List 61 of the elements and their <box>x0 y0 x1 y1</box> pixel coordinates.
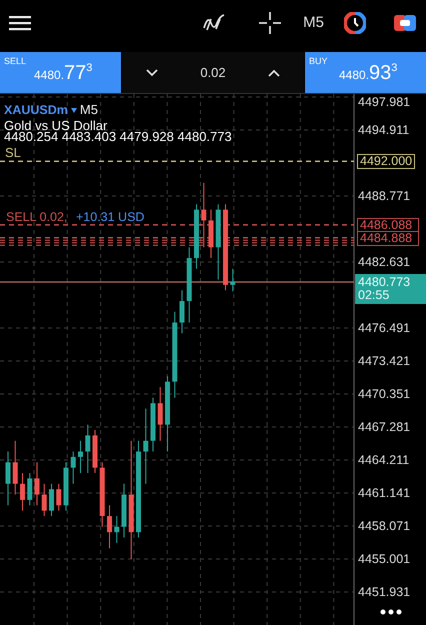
price-axis-label: 4494.911 <box>358 123 410 137</box>
candle <box>78 440 83 474</box>
candle <box>122 483 126 538</box>
price-axis-label: 4467.281 <box>358 420 410 434</box>
candle <box>34 462 40 506</box>
current-price-tag: 4480.773 02:55 <box>355 274 426 304</box>
price-axis-label: 4464.211 <box>358 453 410 468</box>
candle <box>70 451 76 484</box>
candle <box>64 462 68 512</box>
candle <box>49 483 54 517</box>
price-axis-label: 4476.491 <box>358 321 410 336</box>
chevron-up-icon[interactable] <box>268 68 280 76</box>
dropdown-icon[interactable] <box>70 108 77 112</box>
candle <box>194 204 199 270</box>
position-profit: +10.31 USD <box>76 210 144 224</box>
price-axis-label: 4473.421 <box>358 354 410 368</box>
ohlc-values: 4480.254 4483.403 4479.928 4480.773 <box>4 130 232 144</box>
price-axis-label: 4458.071 <box>358 519 410 534</box>
candle <box>92 430 98 474</box>
candle <box>114 516 120 544</box>
price-axis-label: 4482.631 <box>358 255 410 269</box>
candle <box>42 483 47 517</box>
order-price-tag: 4486.088 <box>357 218 419 233</box>
menu-icon[interactable] <box>9 14 31 30</box>
price-axis-label: 4461.141 <box>358 486 410 500</box>
trade-icon[interactable] <box>394 14 416 32</box>
price-axis-label: 4451.931 <box>358 585 410 600</box>
candle <box>27 472 32 506</box>
candle <box>20 472 25 512</box>
candle <box>158 386 163 442</box>
position-label: SELL 0.02, <box>6 210 68 224</box>
period-label: M5 <box>80 103 98 117</box>
crosshair-icon[interactable] <box>259 12 282 34</box>
order-price-tag: 4484.888 <box>357 230 419 246</box>
buy-button[interactable]: BUY 4480.93$^{3}$ <box>305 52 426 93</box>
symbol-label[interactable]: XAUUSDm <box>4 103 68 117</box>
chevron-down-icon[interactable] <box>146 68 158 76</box>
volume-field[interactable]: 0.02 <box>200 65 226 80</box>
price-axis-label: 4497.981 <box>358 95 410 109</box>
candle <box>150 397 156 452</box>
indicator-icon[interactable] <box>203 12 226 32</box>
candle <box>180 290 184 334</box>
symbol-description: Gold vs US Dollar <box>4 119 108 133</box>
sell-button[interactable]: SELL 4480.77$^{3}$ <box>0 52 121 93</box>
candle <box>56 483 62 512</box>
candle <box>6 451 10 506</box>
candle <box>230 268 236 292</box>
clock-icon[interactable] <box>344 12 366 34</box>
timeframe-button[interactable]: M5 <box>303 14 324 31</box>
sl-label: SL <box>5 146 21 160</box>
candle <box>201 182 206 248</box>
candle <box>85 424 90 474</box>
candle <box>208 209 214 259</box>
candle <box>100 462 105 528</box>
candle <box>107 504 112 549</box>
sl-price-tag: 4492.000 <box>357 154 416 170</box>
price-axis-label: 4470.351 <box>358 387 410 402</box>
candle <box>12 440 18 496</box>
more-icon[interactable] <box>380 609 402 615</box>
price-axis-label: 4488.771 <box>358 189 410 203</box>
price-axis-label: 4455.001 <box>358 552 410 566</box>
